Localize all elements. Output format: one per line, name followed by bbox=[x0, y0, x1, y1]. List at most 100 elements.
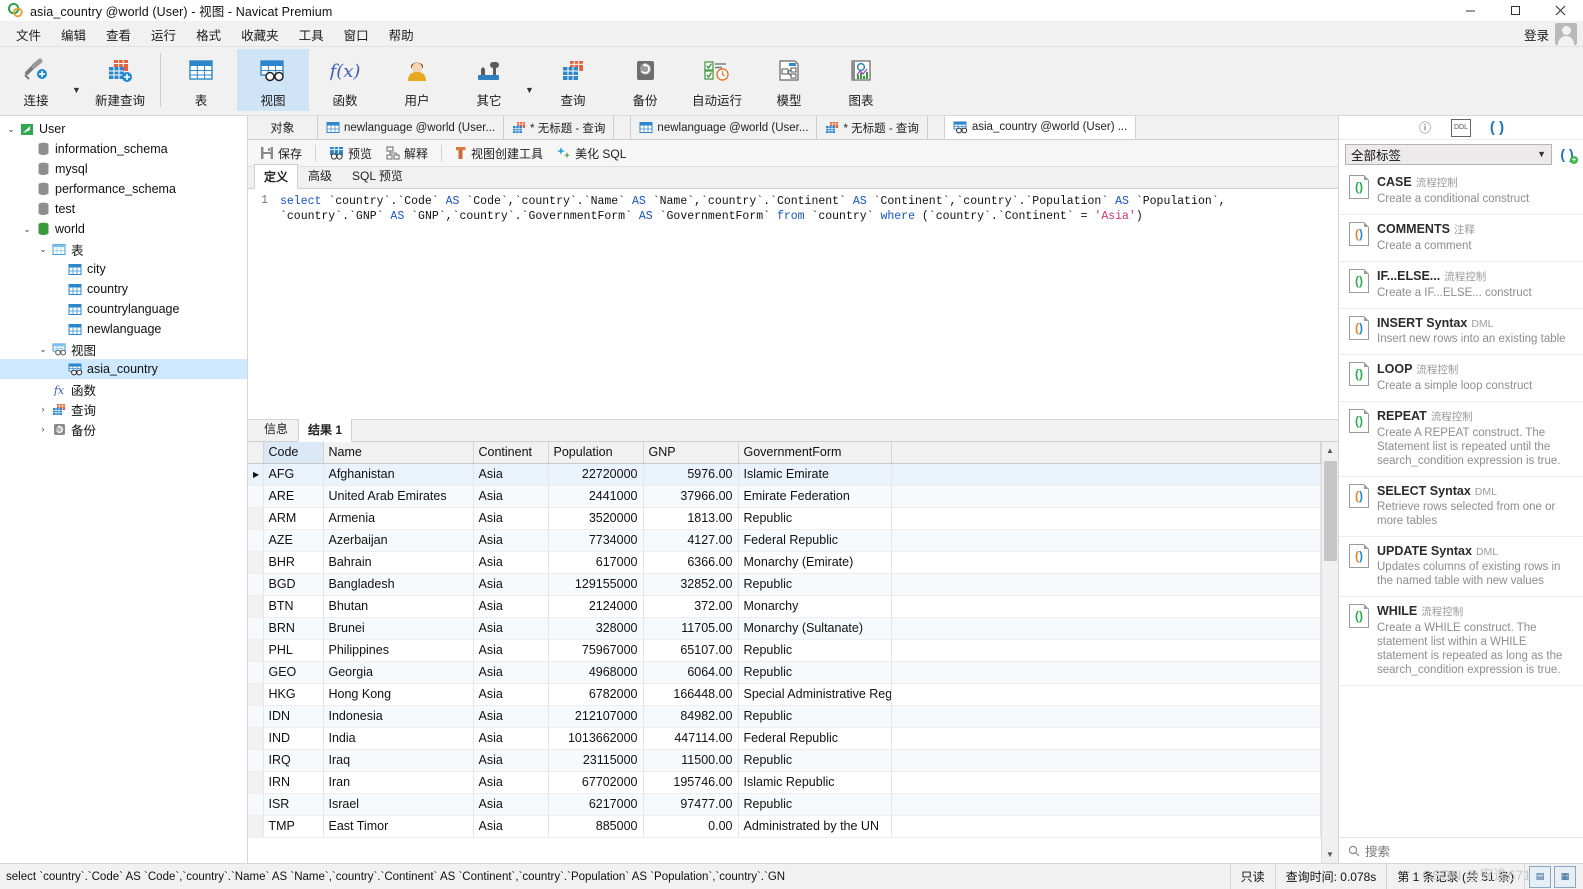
tree-node--[interactable]: ⌄ 视图 bbox=[0, 339, 247, 359]
cell-population[interactable]: 1013662000 bbox=[548, 727, 644, 750]
navigation-tree[interactable]: ⌄ User information_schema mysql performa… bbox=[0, 116, 248, 863]
cell-governmentform[interactable]: Monarchy (Emirate) bbox=[738, 551, 892, 574]
cell-name[interactable]: Armenia bbox=[323, 507, 474, 530]
row-marker[interactable] bbox=[248, 771, 264, 794]
login-link[interactable]: 登录 bbox=[1524, 25, 1549, 44]
cell-name[interactable]: Hong Kong bbox=[323, 683, 474, 706]
cell-name[interactable]: Brunei bbox=[323, 617, 474, 640]
editor-tab-3[interactable]: * 无标题 - 查询 bbox=[817, 116, 928, 139]
menu-run[interactable]: 运行 bbox=[141, 22, 186, 47]
chevron-right-icon[interactable]: › bbox=[36, 404, 50, 414]
ribbon-chart[interactable]: 图表 bbox=[825, 49, 897, 111]
chevron-down-icon[interactable]: ⌄ bbox=[4, 124, 18, 135]
tree-node-mysql[interactable]: mysql bbox=[0, 159, 247, 179]
ribbon-user[interactable]: 用户 bbox=[381, 49, 453, 111]
cell-population[interactable]: 75967000 bbox=[548, 639, 644, 662]
cell-gnp[interactable]: 166448.00 bbox=[643, 683, 739, 706]
cell-population[interactable]: 328000 bbox=[548, 617, 644, 640]
cell-gnp[interactable]: 1813.00 bbox=[643, 507, 739, 530]
table-row[interactable]: AZE Azerbaijan Asia 7734000 4127.00 Federal R… bbox=[248, 529, 1321, 552]
cell-governmentform[interactable]: Republic bbox=[738, 639, 892, 662]
close-button[interactable] bbox=[1538, 0, 1583, 22]
cell-name[interactable]: India bbox=[323, 727, 474, 750]
tab-info[interactable]: 信息 bbox=[254, 416, 298, 441]
table-row[interactable]: IDN Indonesia Asia 212107000 84982.00 Republi… bbox=[248, 705, 1321, 728]
cell-gnp[interactable]: 0.00 bbox=[643, 815, 739, 838]
tree-node--[interactable]: › 备份 bbox=[0, 419, 247, 439]
cell-continent[interactable]: Asia bbox=[473, 771, 549, 794]
cell-name[interactable]: United Arab Emirates bbox=[323, 485, 474, 508]
cell-name[interactable]: Azerbaijan bbox=[323, 529, 474, 552]
table-row[interactable]: ARE United Arab Emirates Asia 2441000 37966.… bbox=[248, 485, 1321, 508]
tree-node-asia_country[interactable]: asia_country bbox=[0, 359, 247, 379]
cell-code[interactable]: AZE bbox=[263, 529, 324, 552]
cell-gnp[interactable]: 11500.00 bbox=[643, 749, 739, 772]
table-row[interactable]: ARM Armenia Asia 3520000 1813.00 Republic bbox=[248, 507, 1321, 530]
tree-node-world[interactable]: ⌄ world bbox=[0, 219, 247, 239]
preview-button[interactable]: 预览 bbox=[323, 142, 378, 165]
cell-population[interactable]: 22720000 bbox=[548, 463, 644, 486]
snippet-item[interactable]: () REPEAT 流程控制 Create A REPEAT construct. T… bbox=[1339, 402, 1583, 477]
form-view-button[interactable]: ▦ bbox=[1554, 865, 1576, 888]
tab-definition[interactable]: 定义 bbox=[254, 164, 299, 189]
snippet-item[interactable]: () WHILE 流程控制 Create a WHILE construct. The… bbox=[1339, 597, 1583, 686]
cell-code[interactable]: PHL bbox=[263, 639, 324, 662]
editor-tab-0[interactable]: newlanguage @world (User... bbox=[318, 116, 505, 139]
cell-name[interactable]: Israel bbox=[323, 793, 474, 816]
cell-governmentform[interactable]: Republic bbox=[738, 749, 892, 772]
cell-population[interactable]: 617000 bbox=[548, 551, 644, 574]
cell-continent[interactable]: Asia bbox=[473, 529, 549, 552]
cell-code[interactable]: AFG bbox=[263, 463, 324, 486]
cell-code[interactable]: BTN bbox=[263, 595, 324, 618]
cell-population[interactable]: 212107000 bbox=[548, 705, 644, 728]
cell-continent[interactable]: Asia bbox=[473, 573, 549, 596]
row-marker[interactable] bbox=[248, 793, 264, 816]
cell-name[interactable]: Iraq bbox=[323, 749, 474, 772]
cell-code[interactable]: IND bbox=[263, 727, 324, 750]
cell-continent[interactable]: Asia bbox=[473, 639, 549, 662]
column-header-name[interactable]: Name bbox=[323, 442, 474, 464]
snippet-item[interactable]: () CASE 流程控制 Create a conditional construct bbox=[1339, 168, 1583, 215]
scroll-up-arrow[interactable]: ▲ bbox=[1322, 442, 1339, 459]
tab-advanced[interactable]: 高级 bbox=[298, 163, 342, 188]
cell-gnp[interactable]: 5976.00 bbox=[643, 463, 739, 486]
cell-name[interactable]: Philippines bbox=[323, 639, 474, 662]
table-row[interactable]: ▶ AFG Afghanistan Asia 22720000 5976.00 Islami… bbox=[248, 463, 1321, 486]
table-row[interactable]: BHR Bahrain Asia 617000 6366.00 Monarchy (Emi… bbox=[248, 551, 1321, 574]
cell-population[interactable]: 129155000 bbox=[548, 573, 644, 596]
snippet-list[interactable]: () CASE 流程控制 Create a conditional construct… bbox=[1339, 168, 1583, 837]
ribbon-function[interactable]: f(x) 函数 bbox=[309, 49, 381, 111]
ribbon-new-query[interactable]: 新建查询 bbox=[84, 49, 156, 111]
cell-governmentform[interactable]: Administrated by the UN bbox=[738, 815, 892, 838]
cell-continent[interactable]: Asia bbox=[473, 705, 549, 728]
tree-node-countrylanguage[interactable]: countrylanguage bbox=[0, 299, 247, 319]
cell-code[interactable]: BHR bbox=[263, 551, 324, 574]
ribbon-backup[interactable]: 备份 bbox=[609, 49, 681, 111]
cell-code[interactable]: BGD bbox=[263, 573, 324, 596]
snippet-item[interactable]: () LOOP 流程控制 Create a simple loop construct bbox=[1339, 355, 1583, 402]
row-marker[interactable] bbox=[248, 815, 264, 838]
cell-continent[interactable]: Asia bbox=[473, 463, 549, 486]
cell-gnp[interactable]: 195746.00 bbox=[643, 771, 739, 794]
cell-gnp[interactable]: 11705.00 bbox=[643, 617, 739, 640]
row-marker[interactable] bbox=[248, 507, 264, 530]
cell-code[interactable]: IRQ bbox=[263, 749, 324, 772]
result-vertical-scrollbar[interactable]: ▲ ▼ bbox=[1321, 442, 1338, 863]
cell-governmentform[interactable]: Islamic Republic bbox=[738, 771, 892, 794]
column-header-gnp[interactable]: GNP bbox=[643, 442, 739, 464]
tree-node-newlanguage[interactable]: newlanguage bbox=[0, 319, 247, 339]
cell-continent[interactable]: Asia bbox=[473, 595, 549, 618]
cell-governmentform[interactable]: Republic bbox=[738, 705, 892, 728]
cell-code[interactable]: ISR bbox=[263, 793, 324, 816]
table-row[interactable]: IND India Asia 1013662000 447114.00 Federal R… bbox=[248, 727, 1321, 750]
ribbon-view[interactable]: 视图 bbox=[237, 49, 309, 111]
column-header-population[interactable]: Population bbox=[548, 442, 644, 464]
cell-continent[interactable]: Asia bbox=[473, 815, 549, 838]
cell-gnp[interactable]: 84982.00 bbox=[643, 705, 739, 728]
ribbon-model[interactable]: 模型 bbox=[753, 49, 825, 111]
cell-name[interactable]: East Timor bbox=[323, 815, 474, 838]
tab-sql-preview[interactable]: SQL 预览 bbox=[342, 163, 413, 188]
row-marker[interactable] bbox=[248, 573, 264, 596]
cell-governmentform[interactable]: Monarchy (Sultanate) bbox=[738, 617, 892, 640]
cell-name[interactable]: Afghanistan bbox=[323, 463, 474, 486]
